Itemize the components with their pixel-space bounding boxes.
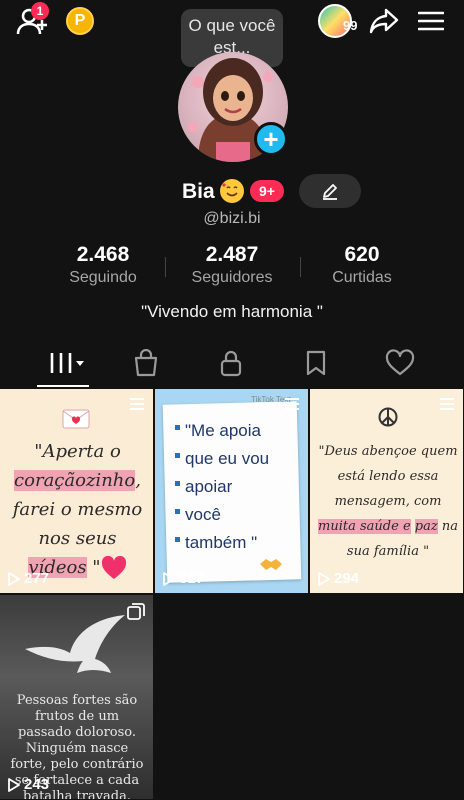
video-tile[interactable]: TikTok Text "Me apoia que eu vou apoiar … (155, 389, 308, 593)
name-row: Bia 9+ (0, 174, 464, 208)
multi-photo-icon (440, 398, 454, 410)
stat-value: 620 (344, 243, 380, 266)
tab-private[interactable] (211, 348, 251, 378)
smiling-hearts-emoji-icon (220, 179, 244, 203)
profile-bio: "Vivendo em harmonia " (141, 302, 323, 321)
bullet-markers (175, 425, 180, 542)
profile-name: Bia (182, 180, 215, 203)
lock-icon (220, 350, 242, 377)
multi-photo-icon (285, 398, 299, 410)
grid-icon (50, 353, 84, 373)
top-bar: 1 P O que você est... 99 (0, 0, 464, 67)
video-caption: "Aperta o coraçãozinho, farei o mesmo no… (12, 441, 143, 579)
handshake-icon (260, 559, 282, 570)
tab-saved[interactable] (296, 348, 336, 378)
stat-followers[interactable]: 2.487 Seguidores (167, 243, 297, 287)
stat-label: Curtidas (332, 269, 392, 286)
play-icon (318, 571, 330, 586)
stats-row: 2.468 Seguindo 2.487 Seguidores 620 Curt… (0, 243, 464, 293)
friend-badge: 1 (31, 2, 49, 20)
profile-handle: @bizi.bi (203, 210, 261, 227)
heart-icon (101, 555, 126, 579)
view-count: 243 (8, 776, 49, 793)
tab-videos[interactable] (43, 348, 89, 378)
divider (165, 257, 166, 277)
envelope-heart-icon (62, 409, 90, 429)
video-tile[interactable]: "Deus abençoe quem está lendo essa mensa… (310, 389, 463, 593)
notification-badge[interactable]: 9+ (250, 180, 284, 202)
share-icon[interactable] (368, 6, 400, 36)
peace-icon (378, 407, 398, 427)
stat-following[interactable]: 2.468 Seguindo (38, 243, 168, 287)
video-caption: "Deus abençoe quem está lendo essa mensa… (318, 444, 458, 559)
menu-icon[interactable] (416, 8, 446, 34)
active-tab-indicator (37, 385, 89, 387)
multi-photo-icon (130, 398, 144, 410)
dove-image (25, 615, 125, 673)
view-count: 317 (163, 570, 204, 587)
play-icon (163, 571, 175, 586)
shopping-bag-icon (134, 349, 158, 377)
play-icon (8, 571, 20, 586)
bookmark-icon (306, 350, 326, 376)
pencil-icon (323, 184, 337, 200)
profile-tabs (0, 340, 464, 388)
stat-value: 2.487 (205, 243, 259, 266)
edit-profile-button[interactable] (299, 174, 361, 208)
heart-icon (385, 349, 415, 376)
stat-value: 2.468 (76, 243, 130, 266)
video-tile[interactable]: "Aperta o coraçãozinho, farei o mesmo no… (0, 389, 153, 593)
stat-label: Seguidores (191, 269, 273, 286)
view-count: 294 (318, 570, 359, 587)
story-count: 99 (343, 18, 358, 33)
play-icon (8, 777, 20, 792)
stat-likes[interactable]: 620 Curtidas (297, 243, 427, 287)
stat-label: Seguindo (69, 269, 137, 286)
add-photo-button[interactable]: + (254, 122, 288, 156)
coin-icon[interactable]: P (66, 7, 94, 35)
video-tile[interactable]: Pessoas fortes são frutos de um passado … (0, 595, 153, 799)
tab-liked[interactable] (380, 348, 420, 378)
video-caption: "Me apoia que eu vou apoiar você também … (185, 421, 270, 552)
view-count: 277 (8, 570, 49, 587)
tab-shop[interactable] (126, 348, 166, 378)
